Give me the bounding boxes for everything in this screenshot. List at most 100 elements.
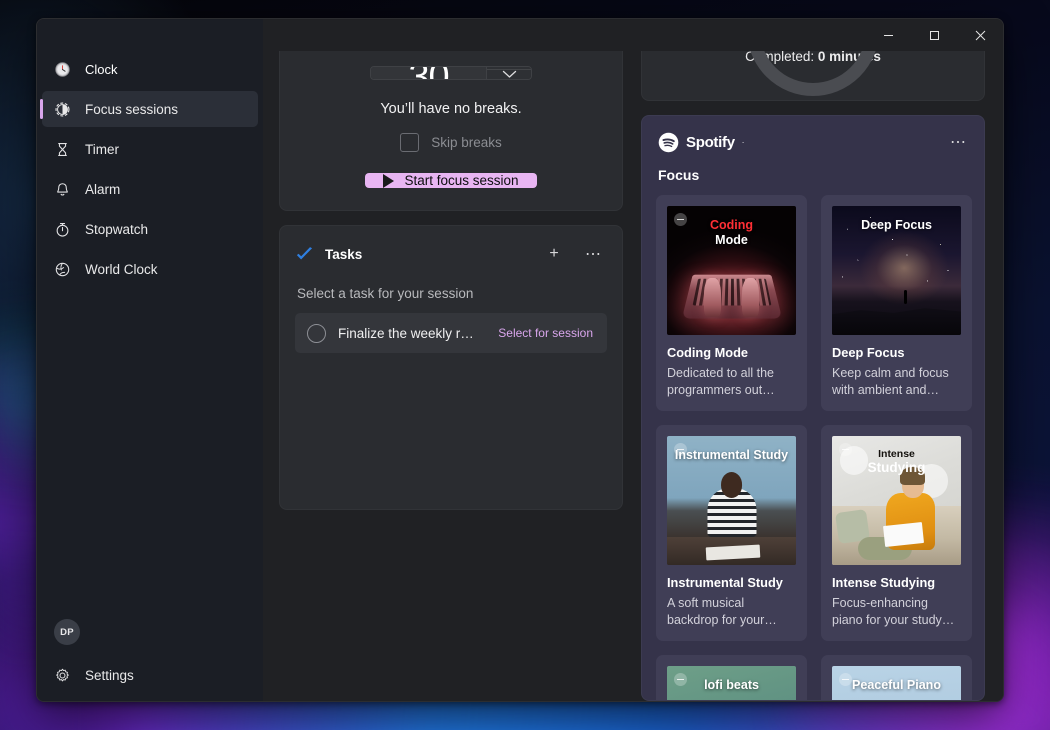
- hand-left-graphic: [704, 278, 722, 317]
- sidebar-item-label: Focus sessions: [85, 101, 179, 117]
- playlist-description: Dedicated to all the programmers out…: [667, 366, 775, 397]
- skip-breaks-row[interactable]: Skip breaks: [400, 133, 502, 152]
- figure-graphic: [904, 289, 908, 305]
- playlist-card[interactable]: Peaceful Piano Peaceful Piano: [821, 655, 972, 700]
- skip-breaks-checkbox[interactable]: [400, 133, 420, 152]
- duration-decrement-button[interactable]: [487, 69, 531, 79]
- select-for-session-link[interactable]: Select for session: [498, 326, 593, 340]
- chevron-down-icon: [502, 70, 516, 78]
- playlist-card[interactable]: Instrumental Study Instrumental Study A …: [656, 425, 807, 641]
- playlist-title: Intense Studying: [832, 575, 936, 590]
- hand-right-graphic: [741, 278, 759, 317]
- playlist-badge-icon: [839, 443, 852, 456]
- playlist-badge-icon: [674, 443, 687, 456]
- right-column: Completed: 0 minutes Spotify · ⋯ Focus C…: [623, 51, 985, 701]
- book-graphic: [882, 521, 924, 547]
- progress-ring: [747, 51, 879, 96]
- navigation-sidebar: Clock Focus sessions Timer Alarm Stopwat…: [37, 51, 263, 701]
- sidebar-item-label: World Clock: [85, 261, 158, 277]
- title-bar: [37, 19, 1003, 51]
- playlist-description: Focus-enhancing piano for your study…: [832, 596, 955, 627]
- playlist-card[interactable]: Deep Focus Deep Focus Keep calm and focu…: [821, 195, 972, 411]
- daily-progress-panel: Completed: 0 minutes: [641, 51, 985, 101]
- duration-spinner[interactable]: 30 mins: [370, 66, 532, 80]
- sidebar-item-label: Settings: [85, 667, 134, 683]
- playlist-artwork-title: Instrumental Study: [669, 448, 794, 463]
- clock-app-icon: [55, 61, 70, 77]
- playlist-artwork-title: Peaceful Piano: [846, 678, 947, 693]
- alarm-bell-icon: [57, 182, 68, 196]
- playlist-badge-icon: [674, 673, 687, 686]
- content-area: 30 mins You’ll have no brea: [263, 51, 1003, 701]
- microsoft-todo-icon: [296, 246, 313, 259]
- sidebar-item-settings[interactable]: Settings: [42, 657, 258, 693]
- sidebar-item-world-clock[interactable]: World Clock: [42, 251, 258, 287]
- playlist-title: Instrumental Study: [667, 575, 783, 590]
- artwork-line-2: Studying: [867, 460, 926, 476]
- tasks-panel: Tasks + ⋯ Select a task for your session…: [279, 225, 623, 510]
- artwork-line-1: Peaceful Piano: [852, 678, 941, 692]
- spotify-wordmark: Spotify: [686, 133, 735, 151]
- playlist-title: Coding Mode: [667, 345, 749, 360]
- start-focus-session-button[interactable]: Start focus session: [365, 173, 537, 188]
- playlist-badge-icon: [839, 673, 852, 686]
- app-title-label: Clock: [85, 61, 118, 77]
- head-graphic: [720, 472, 743, 498]
- paper-graphic: [705, 544, 761, 560]
- window-controls: [865, 19, 1003, 51]
- sidebar-item-stopwatch[interactable]: Stopwatch: [42, 211, 258, 247]
- playlist-description: A soft musical backdrop for your…: [667, 596, 777, 627]
- playlist-artwork: Deep Focus: [832, 206, 961, 335]
- focus-timer-panel: 30 mins You’ll have no brea: [279, 51, 623, 211]
- avatar[interactable]: DP: [54, 619, 80, 645]
- spotify-playlist-grid: Coding Mode Coding Mode Dedicated to all…: [656, 195, 972, 700]
- playlist-card[interactable]: lofi beats lofi beats: [656, 655, 807, 700]
- spotify-logo-icon: [658, 132, 679, 152]
- playlist-artwork: Intense Studying: [832, 436, 961, 565]
- maximize-button[interactable]: [911, 19, 957, 51]
- spotify-section-title: Focus: [658, 167, 700, 183]
- task-complete-radio[interactable]: [307, 323, 326, 343]
- playlist-artwork-title: Coding Mode: [704, 218, 759, 248]
- skip-breaks-label: Skip breaks: [431, 135, 502, 150]
- sidebar-item-label: Stopwatch: [85, 221, 149, 237]
- app-title-row: Clock: [42, 51, 258, 87]
- tasks-header: Tasks + ⋯: [295, 240, 607, 268]
- spotify-brand: Spotify ·: [658, 132, 944, 153]
- tasks-title: Tasks: [325, 246, 363, 262]
- close-button[interactable]: [957, 19, 1003, 51]
- stopwatch-icon: [56, 222, 69, 237]
- world-clock-icon: [55, 262, 70, 276]
- playlist-artwork: Peaceful Piano: [832, 666, 961, 700]
- left-column: 30 mins You’ll have no brea: [279, 51, 623, 701]
- sidebar-item-alarm[interactable]: Alarm: [42, 171, 258, 207]
- playlist-artwork: Instrumental Study: [667, 436, 796, 565]
- sidebar-item-timer[interactable]: Timer: [42, 131, 258, 167]
- spotify-header: Spotify · ⋯: [642, 116, 984, 156]
- playlist-card[interactable]: Intense Studying Intense Studying Focus-…: [821, 425, 972, 641]
- artwork-line-1: Coding: [709, 218, 754, 232]
- start-focus-session-label: Start focus session: [404, 173, 519, 188]
- playlist-artwork-title: Intense Studying: [862, 448, 932, 476]
- sidebar-item-label: Alarm: [85, 181, 121, 197]
- breaks-info-text: You’ll have no breaks.: [380, 101, 522, 117]
- minimize-button[interactable]: [865, 19, 911, 51]
- playlist-card[interactable]: Coding Mode Coding Mode Dedicated to all…: [656, 195, 807, 411]
- sidebar-item-focus-sessions[interactable]: Focus sessions: [40, 91, 258, 127]
- spotify-playlist-scroll[interactable]: Coding Mode Coding Mode Dedicated to all…: [642, 183, 984, 700]
- spotify-trademark: ·: [741, 137, 745, 147]
- task-name: Finalize the weekly r…: [338, 325, 474, 341]
- tasks-more-options-button[interactable]: ⋯: [579, 240, 607, 268]
- title-bar-sidebar-area: [37, 19, 263, 51]
- sidebar-item-label: Timer: [85, 141, 119, 157]
- playlist-artwork-title: lofi beats: [698, 678, 765, 693]
- artwork-line-1: Deep Focus: [861, 218, 932, 232]
- playlist-artwork: Coding Mode: [667, 206, 796, 335]
- duration-value-box: 30 mins: [371, 67, 486, 79]
- task-row[interactable]: Finalize the weekly r… Select for sessio…: [295, 313, 607, 353]
- spotify-more-options-button[interactable]: ⋯: [944, 128, 972, 156]
- play-icon: [383, 173, 395, 188]
- add-task-button[interactable]: +: [540, 240, 568, 268]
- title-bar-drag-area[interactable]: [263, 19, 865, 51]
